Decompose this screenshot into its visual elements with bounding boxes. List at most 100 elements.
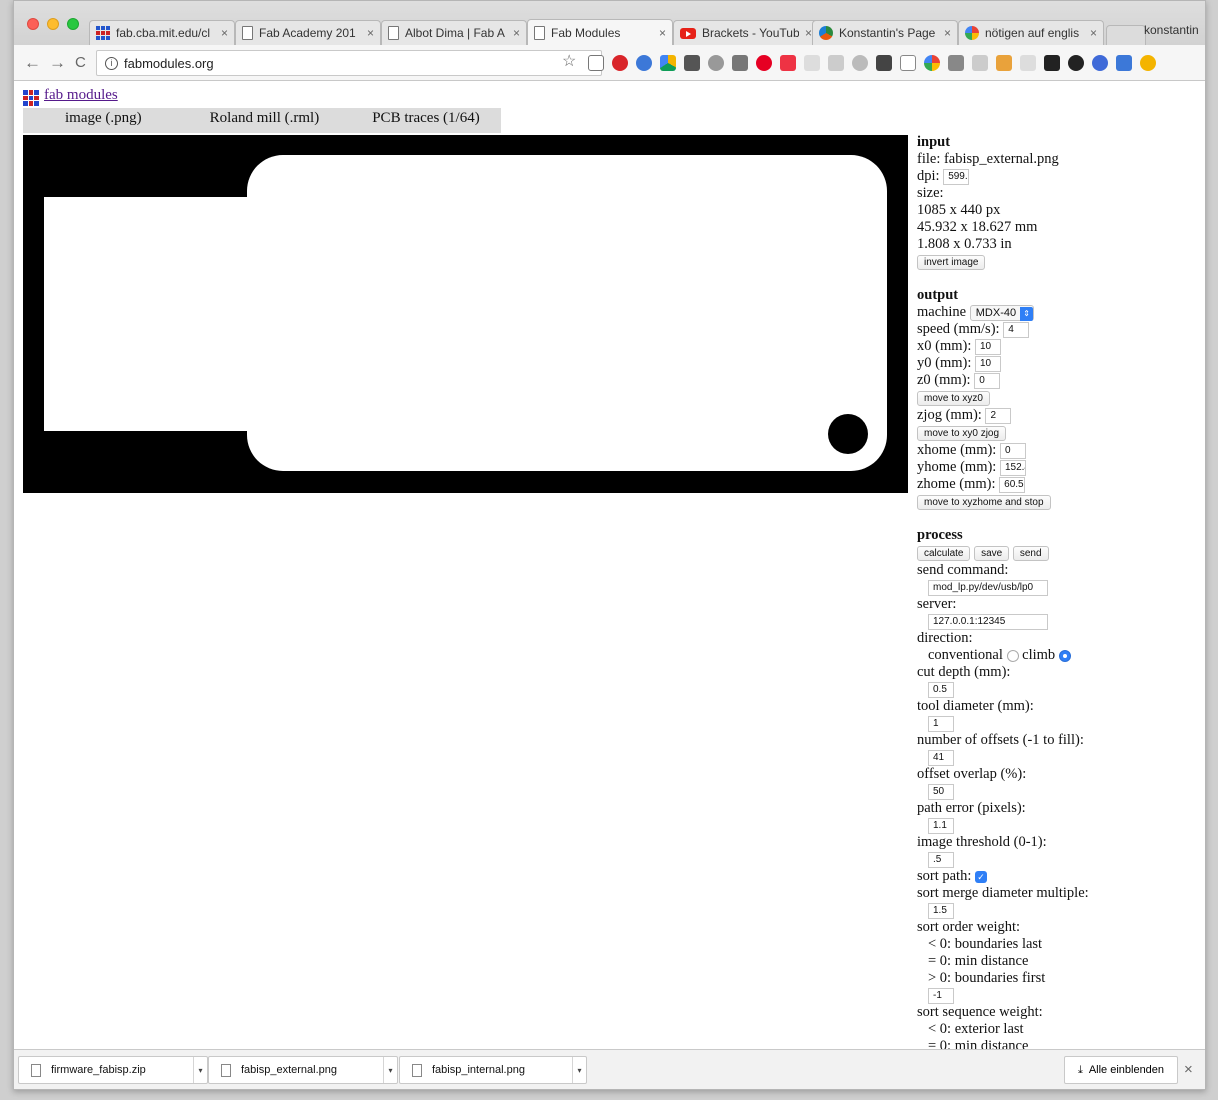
extension-gray-2-icon[interactable] bbox=[732, 55, 748, 71]
close-icon[interactable]: × bbox=[805, 26, 812, 40]
download-item[interactable]: fabisp_internal.png ▾ bbox=[399, 1056, 587, 1084]
move-to-xyzhome-button[interactable]: move to xyzhome and stop bbox=[917, 495, 1051, 510]
machine-select[interactable]: MDX-40 ⇕ bbox=[969, 304, 1035, 321]
extension-light-2-icon[interactable] bbox=[828, 55, 844, 71]
address-bar[interactable]: i fabmodules.org bbox=[96, 50, 602, 76]
close-icon[interactable]: × bbox=[513, 26, 520, 40]
path-error-input[interactable]: 1.1 bbox=[928, 817, 954, 834]
order-weight-input[interactable]: -1 bbox=[928, 987, 954, 1004]
reload-button[interactable]: C bbox=[75, 54, 86, 71]
close-icon[interactable]: × bbox=[367, 26, 374, 40]
close-icon[interactable]: × bbox=[659, 26, 666, 40]
send-command-input[interactable]: mod_lp.py/dev/usb/lp0 bbox=[928, 579, 1048, 596]
tab-fab-cba[interactable]: fab.cba.mit.edu/cl × bbox=[89, 20, 235, 45]
function-icon[interactable] bbox=[900, 55, 916, 71]
threshold-input[interactable]: .5 bbox=[928, 851, 954, 868]
extension-gray-icon[interactable] bbox=[708, 55, 724, 71]
threshold-label: image threshold (0-1): bbox=[917, 834, 1047, 850]
extension-light-3-icon[interactable] bbox=[852, 55, 868, 71]
download-item[interactable]: fabisp_external.png ▾ bbox=[208, 1056, 398, 1084]
merge-input[interactable]: 1.5 bbox=[928, 902, 954, 919]
tool-diameter-input[interactable]: 1 bbox=[928, 715, 954, 732]
offsets-input[interactable]: 41 bbox=[928, 749, 954, 766]
google-icon bbox=[965, 26, 979, 40]
adblock-icon[interactable] bbox=[612, 55, 628, 71]
size-in: 1.808 x 0.733 in bbox=[917, 236, 1012, 252]
profile-button[interactable]: konstantin bbox=[1144, 23, 1199, 37]
chevron-down-icon[interactable]: ▾ bbox=[383, 1057, 397, 1083]
move-to-xyz0-button[interactable]: move to xyz0 bbox=[917, 391, 990, 406]
minimize-window-button[interactable] bbox=[47, 18, 59, 30]
extension-orange-icon[interactable] bbox=[996, 55, 1012, 71]
fab-modules-link[interactable]: fab modules bbox=[44, 87, 118, 104]
y0-input[interactable]: 10 bbox=[975, 355, 1001, 372]
zjog-input[interactable]: 2 bbox=[985, 407, 1012, 424]
cut-depth-input[interactable]: 0.5 bbox=[928, 681, 954, 698]
calculate-button[interactable]: calculate bbox=[917, 546, 971, 561]
conventional-radio[interactable] bbox=[1006, 649, 1019, 662]
alert-icon[interactable] bbox=[1140, 55, 1156, 71]
tab-brackets-youtube[interactable]: Brackets - YouTub × bbox=[673, 20, 819, 45]
document-icon bbox=[242, 26, 253, 40]
download-item[interactable]: firmware_fabisp.zip ▾ bbox=[18, 1056, 208, 1084]
document-icon bbox=[534, 26, 545, 40]
x0-input[interactable]: 10 bbox=[975, 338, 1001, 355]
drive-icon[interactable] bbox=[660, 55, 676, 71]
zhome-input[interactable]: 60.5 bbox=[999, 476, 1026, 493]
extension-light-5-icon[interactable] bbox=[1020, 55, 1036, 71]
extension-dark-2-icon[interactable] bbox=[876, 55, 892, 71]
forward-button[interactable]: → bbox=[49, 53, 66, 73]
zoom-window-button[interactable] bbox=[67, 18, 79, 30]
extension-light-icon[interactable] bbox=[804, 55, 820, 71]
sort-path-checkbox[interactable]: ✓ bbox=[975, 870, 987, 883]
eyedropper-icon[interactable] bbox=[948, 55, 964, 71]
tab-fab-academy[interactable]: Fab Academy 201 × bbox=[235, 20, 381, 45]
calendar-icon[interactable] bbox=[1116, 55, 1132, 71]
yhome-input[interactable]: 152.4 bbox=[999, 459, 1026, 476]
close-icon[interactable]: × bbox=[944, 26, 951, 40]
send-button[interactable]: send bbox=[1012, 546, 1049, 561]
overlap-input[interactable]: 50 bbox=[928, 783, 954, 800]
chevron-down-icon[interactable]: ▾ bbox=[572, 1057, 586, 1083]
tab-konstantins-page[interactable]: Konstantin's Page × bbox=[812, 20, 958, 45]
close-icon[interactable]: × bbox=[1090, 26, 1097, 40]
menu-pcb-traces[interactable]: PCB traces (1/64) bbox=[372, 108, 479, 133]
close-icon[interactable]: × bbox=[221, 26, 228, 40]
pinterest-icon[interactable] bbox=[756, 55, 772, 71]
chevron-down-icon[interactable]: ▾ bbox=[193, 1057, 207, 1083]
order-gt-text: > 0: boundaries first bbox=[928, 970, 1046, 986]
extension-d-icon[interactable] bbox=[1068, 55, 1084, 71]
qr-code-icon[interactable] bbox=[1044, 55, 1060, 71]
extension-dark-icon[interactable] bbox=[684, 55, 700, 71]
color-picker-icon[interactable] bbox=[924, 55, 940, 71]
xhome-label: xhome (mm): bbox=[917, 442, 997, 458]
close-icon[interactable]: × bbox=[1184, 1061, 1193, 1078]
info-icon[interactable]: i bbox=[105, 56, 118, 70]
z0-input[interactable]: 0 bbox=[974, 372, 1001, 389]
cast-icon[interactable] bbox=[588, 55, 604, 71]
tab-fab-modules[interactable]: Fab Modules × bbox=[527, 19, 673, 46]
show-all-downloads-button[interactable]: ⤓ Alle einblenden bbox=[1064, 1056, 1178, 1084]
extension-k-icon[interactable] bbox=[1092, 55, 1108, 71]
close-window-button[interactable] bbox=[27, 18, 39, 30]
save-button[interactable]: save bbox=[974, 546, 1010, 561]
climb-radio[interactable] bbox=[1058, 649, 1071, 662]
back-button[interactable]: ← bbox=[24, 53, 41, 73]
bookmark-star-icon[interactable]: ☆ bbox=[562, 51, 576, 71]
server-input[interactable]: 127.0.0.1:12345 bbox=[928, 613, 1048, 630]
file-icon bbox=[31, 1063, 41, 1077]
menu-image-png[interactable]: image (.png) bbox=[65, 108, 142, 133]
menu-roland-mill[interactable]: Roland mill (.rml) bbox=[210, 108, 320, 133]
speed-input[interactable]: 4 bbox=[1003, 321, 1030, 338]
tab-albot-dima[interactable]: Albot Dima | Fab A × bbox=[381, 20, 527, 45]
tab-google-search[interactable]: nötigen auf englis × bbox=[958, 20, 1104, 45]
order-lt-text: < 0: boundaries last bbox=[928, 936, 1043, 952]
new-tab-button[interactable] bbox=[1106, 25, 1146, 45]
dpi-input[interactable]: 599. bbox=[943, 168, 970, 185]
xhome-input[interactable]: 0 bbox=[999, 442, 1026, 459]
invert-image-button[interactable]: invert image bbox=[917, 255, 986, 270]
move-to-xy0-zjog-button[interactable]: move to xy0 zjog bbox=[917, 426, 1007, 441]
extension-light-4-icon[interactable] bbox=[972, 55, 988, 71]
pocket-icon[interactable] bbox=[780, 55, 796, 71]
extension-blue-icon[interactable] bbox=[636, 55, 652, 71]
